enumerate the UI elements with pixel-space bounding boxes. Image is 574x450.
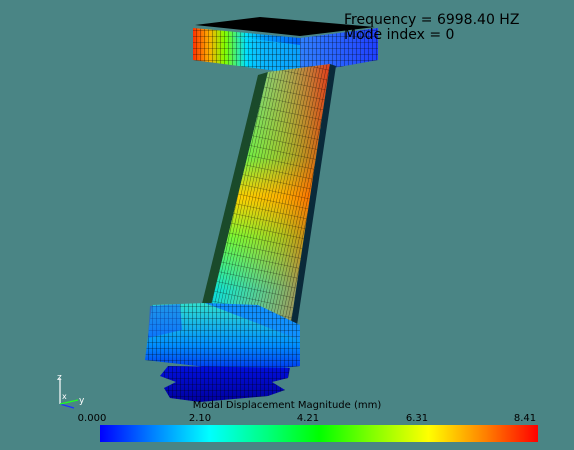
colorbar-tick: 0.000 (77, 413, 107, 424)
colorbar (100, 425, 538, 442)
colorbar-title: Modal Displacement Magnitude (mm) (192, 400, 382, 411)
colorbar-tick: 8.41 (513, 413, 537, 424)
colorbar-tick: 2.10 (188, 413, 212, 424)
frequency-label: Frequency = 6998.40 HZ (344, 12, 520, 28)
colorbar-tick: 6.31 (405, 413, 429, 424)
3d-viewport[interactable]: Frequency = 6998.40 HZ Mode index = 0 z … (0, 0, 574, 450)
blade-root (160, 366, 290, 402)
colorbar-tick: 4.21 (296, 413, 320, 424)
blade-airfoil (198, 64, 336, 332)
mode-index-label: Mode index = 0 (344, 27, 455, 43)
z-axis-label: z (57, 373, 62, 383)
